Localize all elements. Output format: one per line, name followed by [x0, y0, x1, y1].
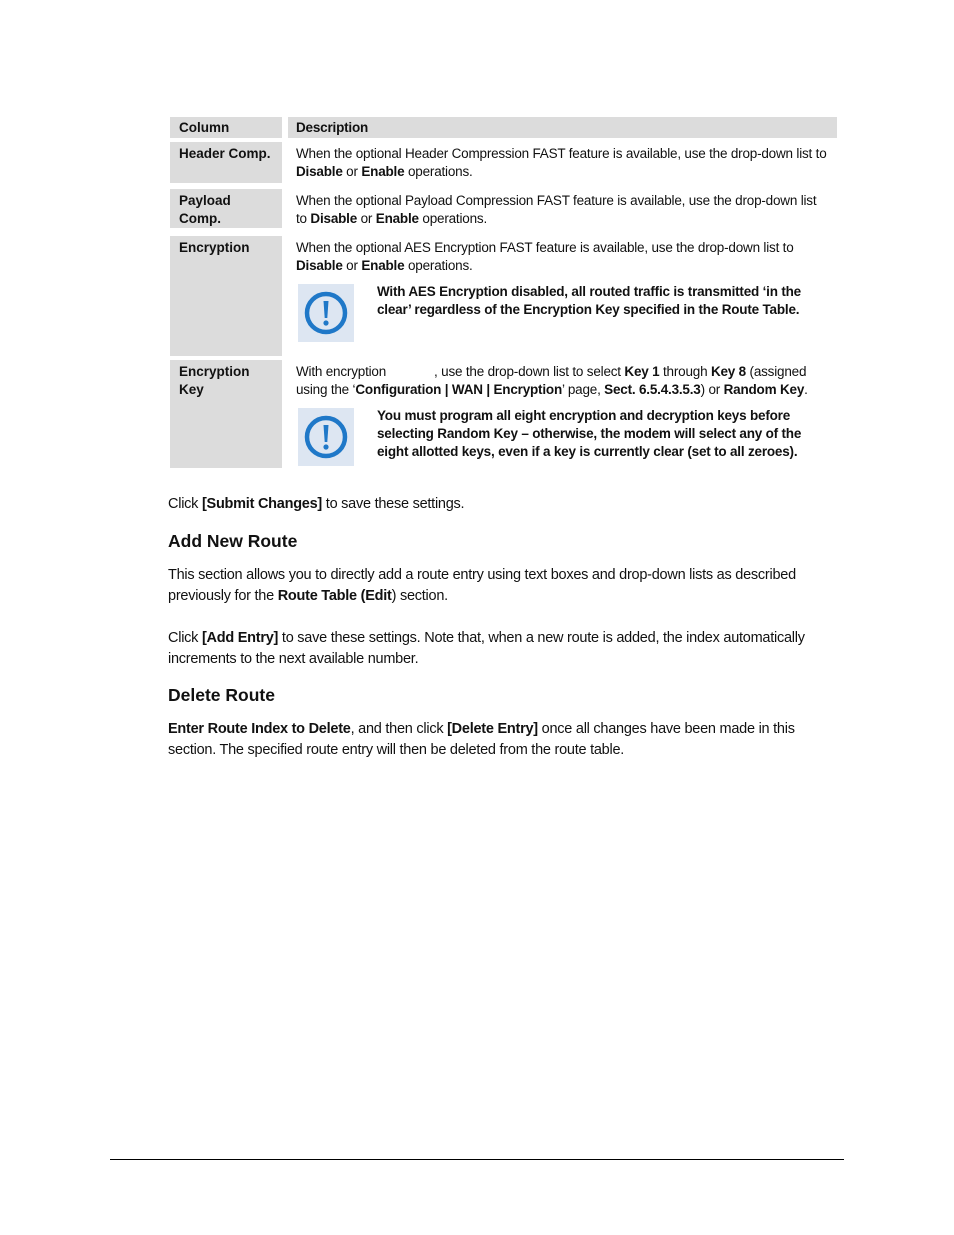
add-new-route-heading: Add New Route — [168, 531, 298, 551]
note-text: With AES Encryption disabled, all routed… — [377, 284, 801, 317]
route-table-edit-ref: Route Table (Edit — [277, 588, 392, 604]
important-note: With AES Encryption disabled, all routed… — [296, 284, 829, 342]
delete-route-heading: Delete Route — [168, 685, 275, 705]
desc-bold: Disable — [310, 211, 358, 226]
row-description: When the optional AES Encryption FAST fe… — [288, 236, 837, 356]
para-text: Click — [168, 630, 202, 646]
desc-text: ) or — [700, 382, 724, 397]
table-row: Header Comp. When the optional Header Co… — [170, 142, 837, 185]
desc-bold: Enable — [361, 164, 405, 179]
desc-text: . — [804, 382, 808, 397]
desc-text: or — [357, 211, 376, 226]
route-index-ref: Enter Route Index to Delete — [168, 721, 351, 737]
desc-text: or — [342, 258, 362, 273]
exclamation-circle-icon — [298, 284, 354, 342]
desc-bold: Configuration | WAN | Encryption — [355, 382, 562, 397]
para-text: This section allows you to directly add … — [168, 567, 796, 604]
para-text: , and then click — [350, 721, 448, 737]
header-description: Description — [288, 117, 837, 138]
add-entry-ref: [Add Entry] — [201, 630, 279, 646]
header-column: Column — [170, 117, 282, 138]
desc-text: operations. — [418, 211, 487, 226]
table-row: Encryption When the optional AES Encrypt… — [170, 236, 837, 356]
para-text: to save these settings. — [322, 496, 465, 512]
submit-changes-ref: [Submit Changes] — [201, 496, 323, 512]
desc-bold: Key 1 — [624, 364, 660, 379]
desc-bold: Disable — [296, 164, 343, 179]
note-text: You must program all eight encryption an… — [377, 408, 802, 459]
add-route-paragraph-2: Click [Add Entry] to save these settings… — [168, 628, 840, 670]
desc-bold: Enable — [375, 211, 419, 226]
desc-bold: Key 8 — [710, 364, 746, 379]
row-label-line: Encryption — [179, 364, 250, 379]
exclamation-circle-icon — [298, 408, 354, 466]
delete-route-paragraph: Enter Route Index to Delete, and then cl… — [168, 719, 840, 761]
desc-text: through — [659, 364, 711, 379]
row-label: Encryption Key — [170, 360, 282, 468]
desc-text: operations. — [404, 164, 473, 179]
document-page: Column Description Header Comp. When the… — [0, 0, 954, 1235]
row-description: When the optional Payload Compression FA… — [288, 189, 837, 232]
add-route-paragraph-1: This section allows you to directly add … — [168, 565, 840, 607]
desc-text: operations. — [404, 258, 473, 273]
desc-text: or — [342, 164, 362, 179]
submit-paragraph: Click [Submit Changes] to save these set… — [168, 494, 840, 515]
row-description: With encryption , use the drop-down list … — [288, 360, 837, 470]
footer-divider — [110, 1159, 844, 1160]
row-label-line: Key — [179, 382, 204, 397]
important-note: You must program all eight encryption an… — [296, 408, 829, 466]
desc-text: , use the drop-down list to select — [434, 364, 625, 379]
row-label: Header Comp. — [170, 142, 282, 183]
row-label: Encryption — [170, 236, 282, 356]
para-text: ) section. — [391, 588, 449, 604]
table-row: Payload Comp. When the optional Payload … — [170, 189, 837, 232]
desc-text: When the optional AES Encryption FAST fe… — [296, 240, 794, 255]
desc-text: With encryption — [296, 364, 387, 379]
row-description: When the optional Header Compression FAS… — [288, 142, 837, 185]
delete-entry-ref: [Delete Entry] — [447, 721, 538, 737]
table-row: Encryption Key With encryption , use the … — [170, 360, 837, 470]
desc-bold: Enable — [361, 258, 405, 273]
column-description-table: Column Description Header Comp. When the… — [170, 117, 837, 474]
para-text: Click — [168, 496, 202, 512]
row-label: Payload Comp. — [170, 189, 282, 228]
table-header-row: Column Description — [170, 117, 837, 138]
desc-text: ’ page, — [561, 382, 605, 397]
desc-text: When the optional Header Compression FAS… — [296, 146, 827, 161]
desc-bold: Sect. 6.5.4.3.5.3 — [604, 382, 701, 397]
desc-bold: Random Key — [723, 382, 805, 397]
desc-bold: Disable — [296, 258, 343, 273]
